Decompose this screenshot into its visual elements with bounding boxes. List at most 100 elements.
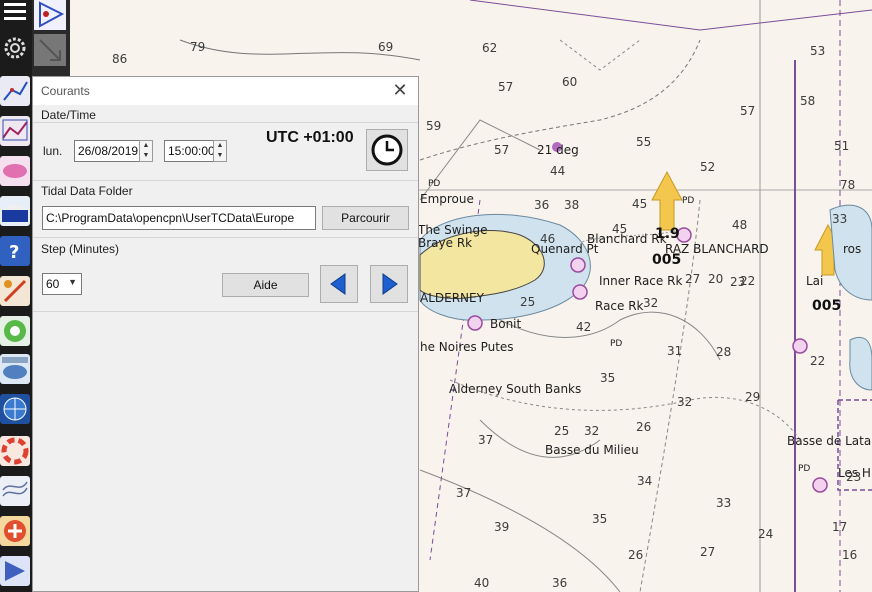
place-label: The Swinge xyxy=(418,223,488,237)
depth-sounding: 27 xyxy=(685,272,701,286)
place-label: PD xyxy=(428,179,441,189)
waypoint-icon[interactable] xyxy=(0,556,30,586)
depth-sounding: 51 xyxy=(834,139,850,153)
cursor-icon[interactable] xyxy=(34,34,66,66)
place-label: Lai xyxy=(806,274,824,288)
place-label: PD xyxy=(610,339,623,349)
depth-sounding: 38 xyxy=(564,198,580,212)
help-icon[interactable]: ? xyxy=(0,236,30,266)
depth-sounding: 55 xyxy=(636,135,652,149)
place-label: Basse de Lata xyxy=(787,434,872,448)
weather-icon[interactable] xyxy=(0,476,30,506)
depth-sounding: 34 xyxy=(637,474,653,488)
previous-step-button[interactable] xyxy=(320,265,358,303)
ais-icon[interactable] xyxy=(0,196,30,226)
globe-icon[interactable] xyxy=(0,394,30,424)
lifebuoy-icon[interactable] xyxy=(0,436,30,466)
route-create-icon[interactable] xyxy=(34,0,66,30)
depth-sounding: 33 xyxy=(832,212,848,226)
step-value: 60 xyxy=(46,277,60,291)
depth-sounding: 57 xyxy=(740,104,756,118)
tidal-folder-section-label: Tidal Data Folder xyxy=(41,184,133,198)
place-label: Braye Rk xyxy=(418,236,473,250)
place-label: PD xyxy=(798,464,811,474)
section-divider xyxy=(33,180,418,181)
depth-sounding: 53 xyxy=(810,44,826,58)
grib-icon[interactable] xyxy=(0,354,30,384)
gps-icon[interactable] xyxy=(0,316,30,346)
tools-icon[interactable] xyxy=(0,276,30,306)
date-spinner[interactable]: ▲ ▼ xyxy=(139,140,153,162)
depth-sounding: 23 xyxy=(730,275,746,289)
depth-sounding: 22 xyxy=(810,354,826,368)
depth-sounding: 39 xyxy=(494,520,510,534)
dialog-titlebar[interactable]: Courants ✕ xyxy=(33,77,418,105)
arrow-left-icon xyxy=(330,273,346,295)
clock-button[interactable] xyxy=(366,129,408,171)
depth-sounding: 62 xyxy=(482,41,498,55)
clock-icon xyxy=(371,134,403,166)
depth-sounding: 40 xyxy=(474,576,490,590)
settings-icon[interactable] xyxy=(1,34,29,62)
depth-sounding: 48 xyxy=(732,218,748,232)
depth-sounding: 45 xyxy=(632,197,648,211)
depth-sounding: 16 xyxy=(842,548,858,562)
depth-sounding: 52 xyxy=(700,160,716,174)
tide-direction: 005 xyxy=(812,298,842,314)
date-field[interactable]: 26/08/2019 xyxy=(74,140,140,162)
place-label: Alderney South Banks xyxy=(449,382,582,396)
depth-sounding: 32 xyxy=(584,424,600,438)
depth-sounding: 35 xyxy=(600,371,616,385)
place-label: Race Rk xyxy=(595,299,644,313)
depth-sounding: 35 xyxy=(592,512,608,526)
depth-sounding: 37 xyxy=(478,433,494,447)
depth-sounding: 26 xyxy=(636,420,652,434)
depth-sounding: 57 xyxy=(494,143,510,157)
step-section-label: Step (Minutes) xyxy=(41,242,120,256)
layer-icon[interactable] xyxy=(0,156,30,186)
depth-sounding: 20 xyxy=(708,272,724,286)
secondary-toolbar xyxy=(32,0,70,76)
depth-sounding: 79 xyxy=(190,40,206,54)
next-step-button[interactable] xyxy=(370,265,408,303)
depth-sounding: 42 xyxy=(576,320,592,334)
step-select[interactable]: 60 ▼ xyxy=(42,273,82,295)
track-icon[interactable] xyxy=(0,116,30,146)
depth-sounding: 25 xyxy=(520,295,536,309)
time-field[interactable]: 15:00:00 xyxy=(164,140,214,162)
close-icon[interactable]: ✕ xyxy=(390,81,410,99)
depth-sounding: 37 xyxy=(456,486,472,500)
help-button[interactable]: Aide xyxy=(222,273,309,297)
depth-sounding: 59 xyxy=(426,119,442,133)
browse-button[interactable]: Parcourir xyxy=(322,206,409,230)
sos-icon[interactable] xyxy=(0,516,30,546)
tidal-folder-input[interactable]: C:\ProgramData\opencpn\UserTCData\Europe xyxy=(42,206,316,230)
depth-sounding: 69 xyxy=(378,40,394,54)
depth-sounding: 60 xyxy=(562,75,578,89)
svg-text:?: ? xyxy=(9,242,19,263)
depth-sounding: 44 xyxy=(550,164,566,178)
depth-sounding: 36 xyxy=(534,198,550,212)
depth-sounding: 57 xyxy=(498,80,514,94)
place-label: Emproue xyxy=(420,192,474,206)
depth-sounding: 86 xyxy=(112,52,128,66)
day-label: lun. xyxy=(43,144,63,158)
depth-sounding: 24 xyxy=(758,527,774,541)
route-icon[interactable] xyxy=(0,76,30,106)
section-divider xyxy=(33,122,418,123)
depth-sounding: 28 xyxy=(716,345,732,359)
depth-sounding: 29 xyxy=(745,390,761,404)
menu-icon[interactable] xyxy=(2,0,28,24)
place-label: Basse du Milieu xyxy=(545,443,639,457)
main-toolbar: ? xyxy=(0,0,32,592)
place-label: Bonit xyxy=(490,317,522,331)
section-divider xyxy=(33,311,418,312)
place-label: 21 deg xyxy=(537,143,579,157)
depth-sounding: 25 xyxy=(554,424,570,438)
depth-sounding: 58 xyxy=(800,94,816,108)
time-spinner[interactable]: ▲ ▼ xyxy=(213,140,227,162)
arrow-right-icon xyxy=(382,273,398,295)
depth-sounding: 36 xyxy=(552,576,568,590)
chevron-down-icon: ▼ xyxy=(68,277,77,287)
tide-direction: 005 xyxy=(652,252,682,268)
